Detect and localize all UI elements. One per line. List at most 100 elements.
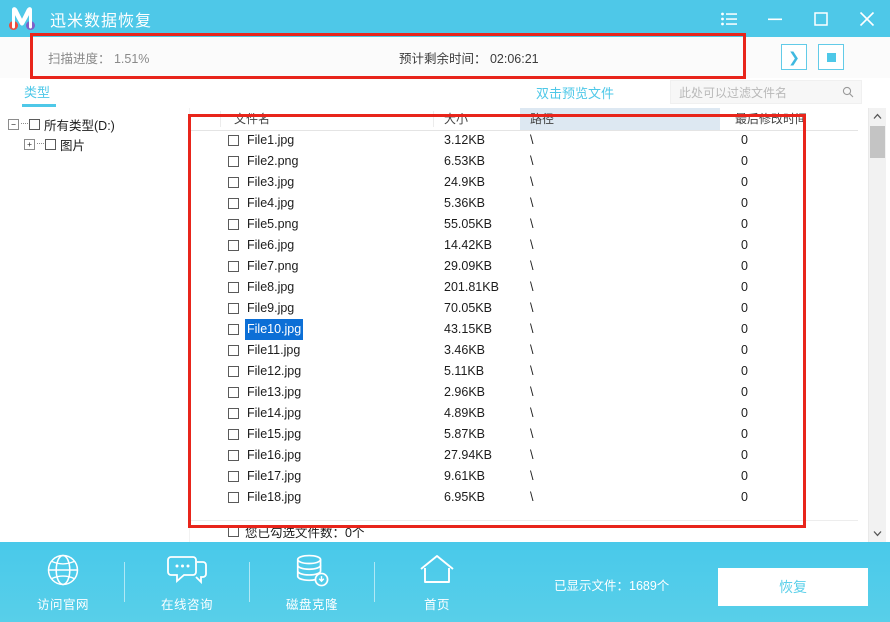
table-row[interactable]: File16.jpg27.94KB\0 [190, 445, 858, 466]
file-modified-cell: 0 [741, 466, 748, 487]
file-name-cell[interactable]: File11.jpg [228, 340, 302, 361]
menu-button[interactable] [706, 0, 752, 37]
file-name-cell[interactable]: File13.jpg [228, 382, 303, 403]
row-checkbox[interactable] [228, 408, 239, 419]
table-row[interactable]: File10.jpg43.15KB\0 [190, 319, 858, 340]
tree-checkbox[interactable] [45, 139, 56, 150]
table-row[interactable]: File4.jpg5.36KB\0 [190, 193, 858, 214]
file-path-cell: \ [530, 214, 533, 235]
row-checkbox[interactable] [228, 198, 239, 209]
row-checkbox[interactable] [228, 135, 239, 146]
footer-item-home[interactable]: 首页 [382, 551, 492, 613]
file-name-cell[interactable]: File2.png [228, 151, 300, 172]
file-name-cell[interactable]: File3.jpg [228, 172, 296, 193]
file-name-label: File14.jpg [245, 403, 303, 424]
file-path-cell: \ [530, 235, 533, 256]
row-checkbox[interactable] [228, 156, 239, 167]
pause-resume-button[interactable]: ❯ [781, 44, 807, 70]
row-checkbox[interactable] [228, 177, 239, 188]
table-row[interactable]: File9.jpg70.05KB\0 [190, 298, 858, 319]
row-checkbox[interactable] [228, 324, 239, 335]
scrollbar-thumb[interactable] [870, 126, 885, 158]
select-all-checkbox[interactable] [228, 526, 239, 537]
table-row[interactable]: File8.jpg201.81KB\0 [190, 277, 858, 298]
footer-item-disk-clone[interactable]: 磁盘克隆 [257, 551, 367, 613]
file-modified-cell: 0 [741, 172, 748, 193]
footer-item-website[interactable]: 访问官网 [8, 551, 118, 613]
table-row[interactable]: File6.jpg14.42KB\0 [190, 235, 858, 256]
table-row[interactable]: File12.jpg5.11KB\0 [190, 361, 858, 382]
table-row[interactable]: File14.jpg4.89KB\0 [190, 403, 858, 424]
row-checkbox[interactable] [228, 492, 239, 503]
maximize-button[interactable] [798, 0, 844, 37]
row-checkbox[interactable] [228, 450, 239, 461]
tab-type[interactable]: 类型 [24, 82, 50, 105]
scroll-up-button[interactable] [869, 108, 886, 125]
row-checkbox[interactable] [228, 282, 239, 293]
file-modified-cell: 0 [741, 277, 748, 298]
table-row[interactable]: File2.png6.53KB\0 [190, 151, 858, 172]
file-path-cell: \ [530, 403, 533, 424]
table-row[interactable]: File3.jpg24.9KB\0 [190, 172, 858, 193]
file-name-cell[interactable]: File17.jpg [228, 466, 303, 487]
preview-hint-text: 双击预览文件 [536, 83, 614, 102]
table-row[interactable]: File18.jpg6.95KB\0 [190, 487, 858, 508]
table-row[interactable]: File15.jpg5.87KB\0 [190, 424, 858, 445]
file-name-cell[interactable]: File16.jpg [228, 445, 303, 466]
file-name-cell[interactable]: File15.jpg [228, 424, 303, 445]
app-logo-icon [6, 3, 46, 35]
row-checkbox[interactable] [228, 345, 239, 356]
tree-checkbox[interactable] [29, 119, 40, 130]
file-name-cell[interactable]: File9.jpg [228, 298, 296, 319]
close-button[interactable] [844, 0, 890, 37]
row-checkbox[interactable] [228, 261, 239, 272]
column-header-modified[interactable]: 最后修改时间 [735, 108, 807, 130]
tree-item-pictures[interactable]: + 图片 [0, 134, 189, 154]
row-checkbox[interactable] [228, 387, 239, 398]
table-header: 文件名 大小 路径 最后修改时间 [190, 108, 858, 131]
table-row[interactable]: File11.jpg3.46KB\0 [190, 340, 858, 361]
table-body[interactable]: File1.jpg3.12KB\0File2.png6.53KB\0File3.… [190, 130, 858, 520]
footer-item-consult[interactable]: 在线咨询 [132, 551, 242, 613]
row-checkbox[interactable] [228, 366, 239, 377]
file-name-cell[interactable]: File5.png [228, 214, 300, 235]
file-name-cell[interactable]: File14.jpg [228, 403, 303, 424]
estimated-time-text: 预计剩余时间： 02:06:21 [399, 48, 539, 67]
file-name-cell[interactable]: File7.png [228, 256, 300, 277]
table-row[interactable]: File13.jpg2.96KB\0 [190, 382, 858, 403]
minimize-icon [767, 12, 783, 26]
file-name-cell[interactable]: File8.jpg [228, 277, 296, 298]
row-checkbox[interactable] [228, 303, 239, 314]
search-box[interactable] [670, 80, 862, 104]
tab-type-underline [22, 104, 56, 107]
file-name-cell[interactable]: File12.jpg [228, 361, 303, 382]
file-name-cell[interactable]: File6.jpg [228, 235, 296, 256]
file-name-label: File11.jpg [245, 340, 302, 361]
file-name-cell[interactable]: File10.jpg [228, 319, 303, 340]
row-checkbox[interactable] [228, 471, 239, 482]
recover-button[interactable]: 恢复 [718, 568, 868, 606]
column-header-filename[interactable]: 文件名 [234, 108, 270, 130]
file-modified-cell: 0 [741, 193, 748, 214]
vertical-scrollbar[interactable] [868, 108, 886, 542]
table-row[interactable]: File1.jpg3.12KB\0 [190, 130, 858, 151]
scroll-down-button[interactable] [869, 525, 886, 542]
column-header-size[interactable]: 大小 [444, 108, 468, 130]
table-row[interactable]: File7.png29.09KB\0 [190, 256, 858, 277]
file-name-cell[interactable]: File4.jpg [228, 193, 296, 214]
row-checkbox[interactable] [228, 219, 239, 230]
expand-icon[interactable]: + [24, 139, 35, 150]
row-checkbox[interactable] [228, 429, 239, 440]
column-header-path[interactable]: 路径 [520, 108, 720, 130]
file-name-cell[interactable]: File1.jpg [228, 130, 296, 151]
table-row[interactable]: File17.jpg9.61KB\0 [190, 466, 858, 487]
search-input[interactable] [677, 81, 831, 105]
stop-scan-button[interactable] [818, 44, 844, 70]
collapse-icon[interactable]: − [8, 119, 19, 130]
tree-item-all-types[interactable]: − 所有类型(D:) [0, 114, 189, 134]
row-checkbox[interactable] [228, 240, 239, 251]
table-row[interactable]: File5.png55.05KB\0 [190, 214, 858, 235]
minimize-button[interactable] [752, 0, 798, 37]
file-name-cell[interactable]: File18.jpg [228, 487, 303, 508]
footer-divider [374, 562, 375, 602]
